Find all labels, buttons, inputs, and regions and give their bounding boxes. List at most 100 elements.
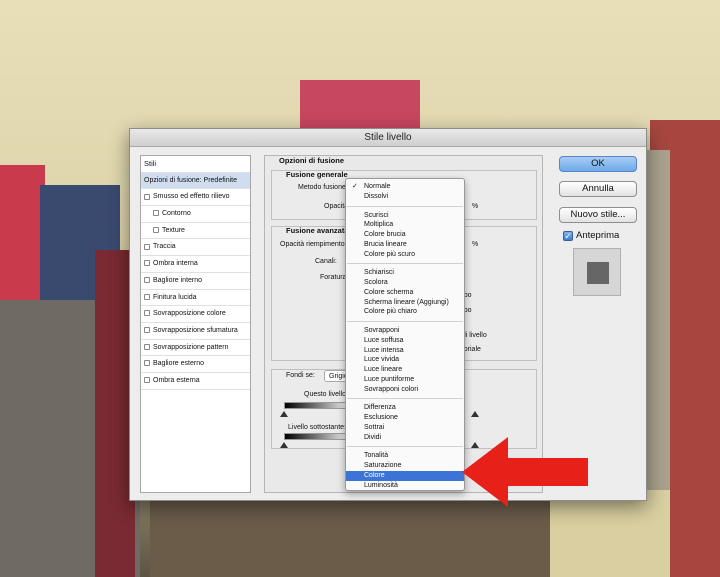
blend-mode-option[interactable]: Luce puntiforme	[346, 375, 464, 385]
blend-mode-option[interactable]: Colore	[346, 470, 464, 481]
this-layer-white-handle[interactable]	[471, 411, 479, 417]
checkbox[interactable]	[144, 310, 150, 317]
checkbox[interactable]	[144, 293, 150, 300]
opacity-unit: %	[472, 203, 479, 210]
blend-mode-option[interactable]: Sovrapponi	[346, 326, 464, 336]
blend-mode-option[interactable]: Sovrapponi colori	[346, 385, 464, 395]
style-item[interactable]: Texture	[141, 223, 250, 240]
menu-separator	[346, 442, 464, 451]
ok-button[interactable]: OK	[559, 156, 637, 172]
blend-mode-option[interactable]: Esclusione	[346, 413, 464, 423]
blend-mode-option[interactable]: Dividi	[346, 433, 464, 443]
style-item[interactable]: Sovrapposizione colore	[141, 306, 250, 323]
style-item[interactable]: Bagliore interno	[141, 273, 250, 290]
blend-mode-option[interactable]: Scherma lineare (Aggiungi)	[346, 298, 464, 308]
blend-mode-option[interactable]: Luce vivida	[346, 355, 464, 365]
style-item[interactable]: Bagliore esterno	[141, 356, 250, 373]
blend-mode-option[interactable]: Colore più scuro	[346, 250, 464, 260]
checkbox[interactable]	[144, 327, 150, 334]
fill-opacity-label: Opacità riempimento:	[280, 241, 347, 248]
style-item-label: Sovrapposizione sfumatura	[153, 326, 238, 334]
style-item[interactable]: Ombra interna	[141, 256, 250, 273]
style-item[interactable]: Opzioni di fusione: Predefinite	[141, 172, 250, 190]
menu-separator	[346, 202, 464, 211]
blend-mode-option[interactable]: Brucia lineare	[346, 240, 464, 250]
style-item-label: Traccia	[153, 243, 176, 251]
dialog-title: Stile livello	[130, 129, 646, 147]
underlying-layer-label: Livello sottostante:	[288, 424, 346, 431]
preview-swatch	[587, 262, 609, 284]
blend-mode-option[interactable]: Moltiplica	[346, 220, 464, 230]
this-layer-slider[interactable]	[284, 402, 354, 409]
new-style-button[interactable]: Nuovo stile...	[559, 207, 637, 223]
style-item[interactable]: Smusso ed effetto rilievo	[141, 189, 250, 207]
arrow-shape	[462, 437, 588, 507]
menu-separator	[346, 259, 464, 268]
style-item[interactable]: Sovrapposizione sfumatura	[141, 323, 250, 340]
blend-mode-option[interactable]: Colore scherma	[346, 288, 464, 298]
checkbox[interactable]	[144, 243, 150, 250]
blend-mode-option[interactable]: Saturazione	[346, 461, 464, 471]
blend-mode-option[interactable]: Luminosità	[346, 481, 464, 491]
checkbox[interactable]	[144, 276, 150, 283]
blend-mode-label: Metodo fusione:	[298, 184, 348, 191]
blend-mode-option[interactable]: Normale	[346, 182, 464, 192]
style-item-label: Sovrapposizione colore	[153, 310, 226, 318]
blend-mode-option[interactable]: Tonalità	[346, 451, 464, 461]
checkbox[interactable]	[144, 193, 150, 200]
style-item-label: Contorno	[162, 210, 191, 218]
style-item-label: Smusso ed effetto rilievo	[153, 193, 230, 201]
preview-checkbox[interactable]: ✓ Anteprima	[563, 230, 619, 241]
blend-mode-option[interactable]: Dissolvi	[346, 192, 464, 202]
blend-mode-option[interactable]: Schiarisci	[346, 268, 464, 278]
blend-mode-option[interactable]: Differenza	[346, 403, 464, 413]
underlying-black-handle[interactable]	[280, 442, 288, 448]
style-preview	[573, 248, 621, 296]
checkbox[interactable]	[153, 226, 159, 233]
this-layer-black-handle[interactable]	[280, 411, 288, 417]
style-item[interactable]: Traccia	[141, 239, 250, 257]
style-item-label: Bagliore esterno	[153, 360, 204, 368]
cancel-button[interactable]: Annulla	[559, 181, 637, 197]
style-item-label: Bagliore interno	[153, 276, 203, 284]
blend-mode-option[interactable]: Colore brucia	[346, 230, 464, 240]
general-blending-title: Fusione generale	[286, 170, 348, 179]
style-item-label: Opzioni di fusione: Predefinite	[144, 176, 237, 184]
blend-if-label: Fondi se:	[286, 372, 315, 379]
style-item-label: Ombra esterna	[153, 376, 200, 384]
menu-separator	[346, 394, 464, 403]
checkbox[interactable]	[144, 377, 150, 384]
blend-mode-option[interactable]: Luce intensa	[346, 346, 464, 356]
checkbox[interactable]	[153, 210, 159, 217]
channels-label: Canali:	[315, 258, 337, 265]
blend-mode-option[interactable]: Sottrai	[346, 423, 464, 433]
underlying-layer-slider[interactable]	[284, 433, 354, 440]
blend-mode-option[interactable]: Colore più chiaro	[346, 307, 464, 317]
styles-header[interactable]: Stili	[141, 156, 250, 173]
style-item-label: Texture	[162, 226, 185, 234]
style-item[interactable]: Finitura lucida	[141, 290, 250, 307]
advanced-blending-title: Fusione avanzata	[286, 226, 349, 235]
menu-separator	[346, 317, 464, 326]
checkbox[interactable]	[144, 343, 150, 350]
styles-list: Stili Opzioni di fusione: Predefinite Smu…	[140, 155, 251, 493]
style-item-label: Ombra interna	[153, 260, 198, 268]
red-arrow-annotation	[462, 437, 588, 507]
this-layer-label: Questo livello:	[304, 391, 348, 398]
blend-mode-option[interactable]: Luce soffusa	[346, 336, 464, 346]
style-item[interactable]: Ombra esterna	[141, 373, 250, 390]
fill-opacity-unit: %	[472, 241, 479, 248]
blending-options-title: Opzioni di fusione	[279, 156, 344, 165]
building	[300, 80, 420, 130]
style-item[interactable]: Contorno	[141, 206, 250, 223]
blend-mode-option[interactable]: Scurisci	[346, 211, 464, 221]
style-item[interactable]: Sovrapposizione pattern	[141, 340, 250, 357]
blend-mode-option[interactable]: Scolora	[346, 278, 464, 288]
style-item-label: Sovrapposizione pattern	[153, 343, 229, 351]
checkbox[interactable]	[144, 360, 150, 367]
preview-label: Anteprima	[576, 230, 620, 241]
checkmark-icon: ✓	[563, 231, 573, 241]
checkbox[interactable]	[144, 260, 150, 267]
blend-mode-option[interactable]: Luce lineare	[346, 365, 464, 375]
blend-mode-menu: NormaleDissolviScurisciMoltiplicaColore …	[345, 178, 465, 491]
